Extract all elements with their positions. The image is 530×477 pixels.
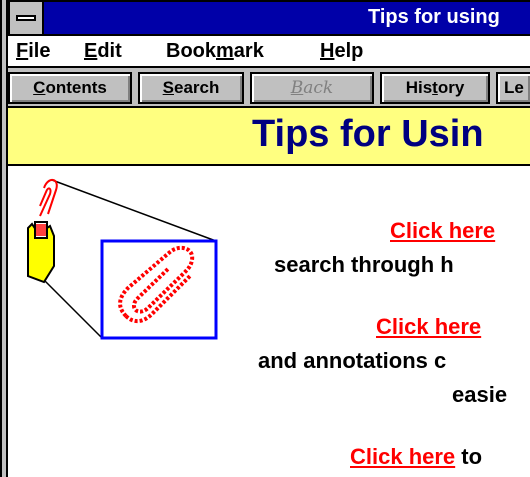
- magnifier-frame: [100, 239, 218, 340]
- click-here-link-2[interactable]: Click here: [376, 314, 481, 339]
- contents-button[interactable]: Contents: [8, 72, 132, 104]
- system-menu-button[interactable]: [8, 0, 44, 36]
- menu-edit[interactable]: Edit: [84, 40, 122, 63]
- content-item-3-line-1: Click here to: [350, 444, 483, 469]
- magnified-paperclip-illustration: [27, 179, 218, 340]
- topic-title: Tips for Usin: [252, 113, 484, 155]
- content-item-1-line-1: Click here: [390, 218, 495, 244]
- menu-bookmark[interactable]: Bookmark: [166, 40, 264, 63]
- content-item-1-line-2: search through h: [274, 252, 454, 277]
- title-bar[interactable]: Tips for using: [8, 0, 530, 36]
- back-button[interactable]: Back: [250, 72, 374, 104]
- system-menu-icon: [16, 15, 36, 21]
- menu-bar: File Edit Bookmark Help: [8, 36, 530, 68]
- click-here-link-3[interactable]: Click here: [350, 444, 455, 469]
- menu-help[interactable]: Help: [320, 40, 363, 63]
- topic-content: Click here search through h Click here a…: [8, 166, 530, 477]
- menu-file[interactable]: File: [16, 40, 50, 63]
- click-here-link-1[interactable]: Click here: [390, 218, 495, 243]
- button-bar: Contents Search Back His t ory Le: [8, 68, 530, 108]
- projection-line-bottom: [39, 275, 103, 339]
- history-button[interactable]: His t ory: [380, 72, 490, 104]
- help-window: Tips for using File Edit Bookmark Help C…: [0, 0, 530, 477]
- topic-header: Tips for Usin: [8, 108, 530, 166]
- hand-pointer-icon: [27, 179, 58, 284]
- content-item-2-line-3: easie: [452, 382, 508, 407]
- projection-line-top: [51, 179, 217, 242]
- content-item-2-line-1: Click here: [376, 314, 481, 340]
- window-title: Tips for using: [368, 6, 500, 28]
- search-button[interactable]: Search: [138, 72, 244, 104]
- next-button[interactable]: Le: [496, 72, 530, 104]
- content-item-2-line-2: and annotations c: [258, 348, 447, 373]
- window-left-border: [0, 0, 8, 477]
